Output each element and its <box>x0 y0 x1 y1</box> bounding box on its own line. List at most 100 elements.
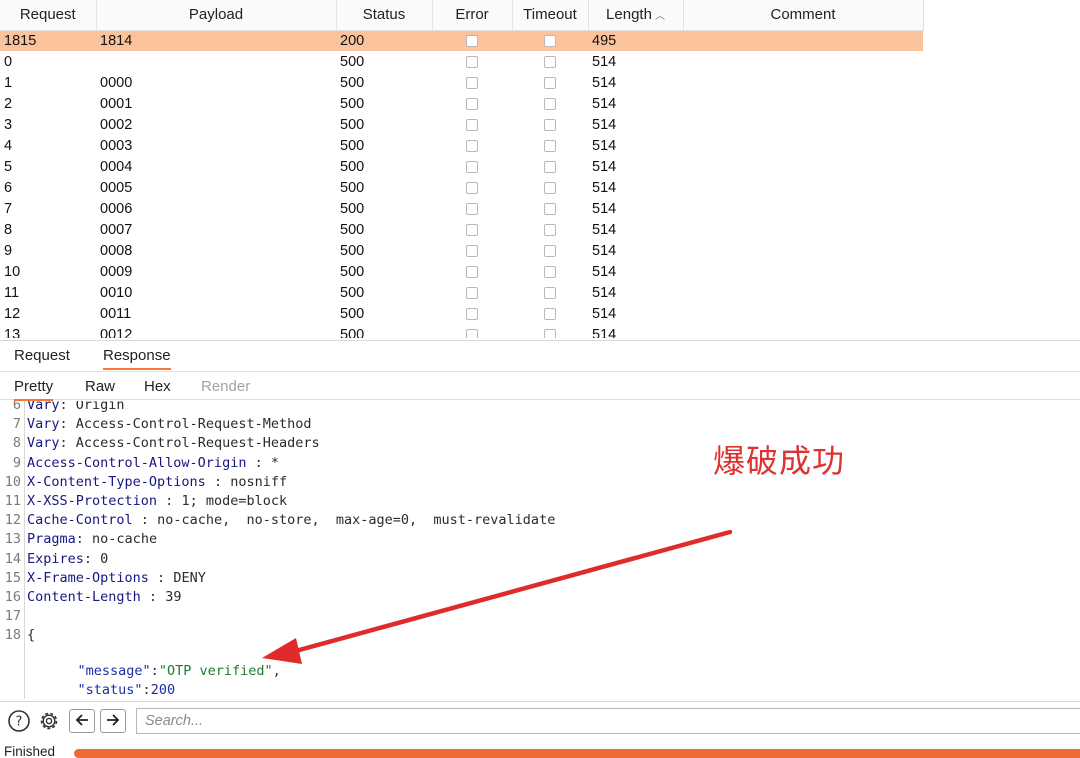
table-row[interactable]: 13 0012 500 514 <box>0 324 923 338</box>
progress-bar <box>74 749 1080 758</box>
json-close-line: } <box>0 681 68 699</box>
cell-request: 6 <box>4 179 13 196</box>
table-row[interactable]: 9 0008 500 514 <box>0 240 923 261</box>
cell-request: 0 <box>4 53 13 70</box>
cell-timeout <box>512 156 588 177</box>
table-row[interactable]: 2 0001 500 514 <box>0 93 923 114</box>
cell-error <box>432 282 512 303</box>
header-separator: : <box>59 416 76 432</box>
table-row[interactable]: 0 500 514 <box>0 51 923 72</box>
cell-timeout <box>512 177 588 198</box>
cell-comment <box>683 30 923 51</box>
line-number: 8 <box>12 435 21 451</box>
checkbox-icon <box>466 55 478 68</box>
line-number: 13 <box>4 531 21 547</box>
header-name: Cache-Control <box>27 512 133 528</box>
line-number: 6 <box>12 401 21 413</box>
annotation-text: 爆破成功 <box>713 442 846 480</box>
cell-length: 514 <box>592 179 617 196</box>
column-header-length[interactable]: Length ︿ <box>588 0 684 31</box>
column-header-error[interactable]: Error <box>432 0 513 31</box>
cell-length: 514 <box>592 221 617 238</box>
cell-length: 495 <box>588 30 683 51</box>
header-name: X-Content-Type-Options <box>27 474 206 490</box>
header-separator: : <box>75 531 93 547</box>
column-header-payload[interactable]: Payload <box>96 0 337 31</box>
checkbox-icon <box>466 76 478 89</box>
table-row[interactable]: 1 0000 500 514 <box>0 72 923 93</box>
cell-length: 514 <box>592 305 617 322</box>
table-row[interactable]: 10 0009 500 514 <box>0 261 923 282</box>
cell-request: 13 <box>4 326 21 339</box>
header-separator: : <box>83 551 101 567</box>
header-name: Content-Length <box>27 589 141 605</box>
cell-comment <box>683 72 923 93</box>
header-separator: : <box>59 435 76 451</box>
checkbox-icon <box>544 286 556 299</box>
json-value-message: "OTP verified" <box>158 663 273 679</box>
cell-payload: 0009 <box>100 263 133 280</box>
table-row[interactable]: 12 0011 500 514 <box>0 303 923 324</box>
cell-error <box>432 198 512 219</box>
next-button[interactable] <box>100 709 126 733</box>
header-name: Vary <box>27 435 60 451</box>
header-value: * <box>270 455 279 471</box>
table-body: 1815 1814 200 495 0 500 514 1 0000 500 514 2 0001 500… <box>0 30 923 338</box>
cell-length: 514 <box>592 326 617 339</box>
arrow-right-icon <box>105 713 121 730</box>
svg-text:?: ? <box>16 715 23 730</box>
tab-render[interactable]: Render <box>201 378 250 395</box>
help-icon[interactable]: ? <box>7 709 31 733</box>
status-bar: Finished <box>0 739 1080 758</box>
tab-request[interactable]: Request <box>14 347 70 364</box>
cell-status: 500 <box>340 95 365 112</box>
header-separator: : <box>157 493 182 509</box>
cell-timeout <box>512 324 588 338</box>
cell-length: 514 <box>592 53 617 70</box>
table-row[interactable]: 11 0010 500 514 <box>0 282 923 303</box>
cell-timeout <box>512 51 588 72</box>
tab-pretty[interactable]: Pretty <box>14 378 54 401</box>
line-number: 9 <box>12 455 21 471</box>
column-header-status[interactable]: Status <box>336 0 433 31</box>
header-value: Access-Control-Request-Headers <box>75 435 320 451</box>
checkbox-icon <box>466 265 478 278</box>
checkbox-icon <box>466 244 478 257</box>
table-row[interactable]: 5 0004 500 514 <box>0 156 923 177</box>
header-value: Access-Control-Request-Method <box>75 416 312 432</box>
line-number: 7 <box>12 416 21 432</box>
checkbox-icon <box>544 223 556 236</box>
table-row[interactable]: 7 0006 500 514 <box>0 198 923 219</box>
checkbox-icon <box>466 202 478 215</box>
column-header-timeout[interactable]: Timeout <box>512 0 589 31</box>
table-row[interactable]: 6 0005 500 514 <box>0 177 923 198</box>
cell-status: 500 <box>340 305 365 322</box>
tab-raw[interactable]: Raw <box>85 378 115 395</box>
table-row[interactable]: 8 0007 500 514 <box>0 219 923 240</box>
cell-comment <box>683 156 923 177</box>
table-row[interactable]: 3 0002 500 514 <box>0 114 923 135</box>
line-number: 15 <box>4 570 21 586</box>
search-input[interactable] <box>136 708 1080 734</box>
cell-comment <box>683 303 923 324</box>
response-line: 14 Expires: 0 <box>0 550 109 569</box>
cell-payload: 1814 <box>96 30 336 51</box>
previous-button[interactable] <box>69 709 95 733</box>
cell-timeout <box>512 93 588 114</box>
cell-status: 500 <box>340 158 365 175</box>
header-value: Origin <box>75 401 125 413</box>
cell-length: 514 <box>592 200 617 217</box>
tab-response[interactable]: Response <box>103 347 171 370</box>
column-header-comment[interactable]: Comment <box>683 0 924 31</box>
cell-status: 500 <box>340 53 365 70</box>
table-row[interactable]: 1815 1814 200 495 <box>0 30 923 51</box>
response-line: 17 <box>0 607 27 626</box>
response-editor[interactable]: 6 Vary: Origin 7 Vary: Access-Control-Reque… <box>0 401 1080 699</box>
table-row[interactable]: 4 0003 500 514 <box>0 135 923 156</box>
tab-hex[interactable]: Hex <box>144 378 171 395</box>
header-separator: : <box>132 512 158 528</box>
cell-comment <box>683 135 923 156</box>
column-header-request[interactable]: Request <box>0 0 97 31</box>
line-number: 14 <box>4 551 21 567</box>
gear-icon[interactable] <box>37 709 61 733</box>
